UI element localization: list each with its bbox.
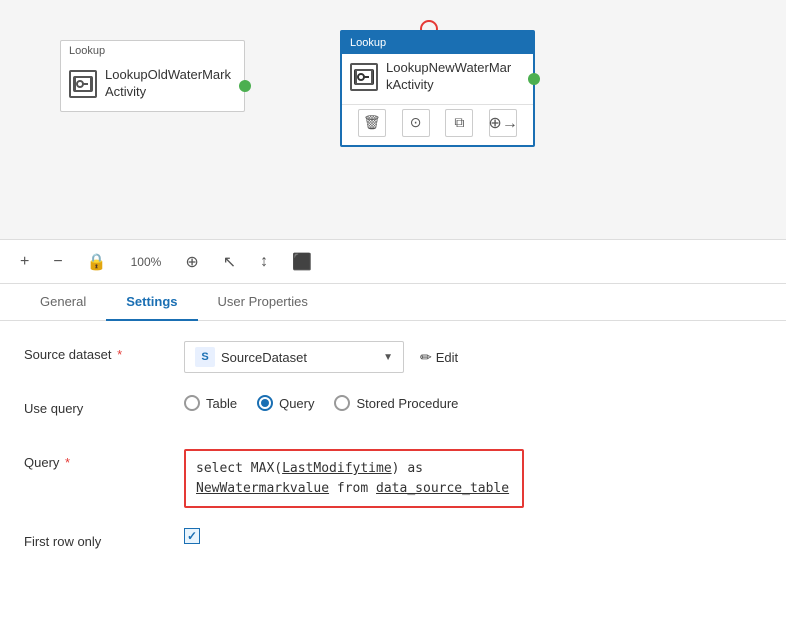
dataset-value: SourceDataset [221,350,377,365]
tab-general[interactable]: General [20,284,106,321]
radio-table-label: Table [206,396,237,411]
source-dataset-label: Source dataset * [24,341,184,362]
tabs-bar: General Settings User Properties [0,284,786,321]
query-line2: NewWatermarkvalue from data_source_table [196,479,512,499]
radio-table[interactable]: Table [184,395,237,411]
tab-settings[interactable]: Settings [106,284,197,321]
node-lookup-new[interactable]: Lookup LookupNewWaterMar kActivity 🗑 ⊙ ⧉… [340,30,535,147]
select-button[interactable]: ↖ [219,248,240,276]
checkmark-icon: ✓ [187,529,197,543]
minimap-button[interactable]: ⬛ [288,248,316,276]
source-dataset-row: Source dataset * S SourceDataset ▼ ✏ Edi… [24,341,762,375]
radio-sp-label: Stored Procedure [356,396,458,411]
radio-query-outer [257,395,273,411]
use-query-row: Use query Table Query St [24,395,762,429]
zoom-in-button[interactable]: + [16,249,33,275]
node-lookup-old[interactable]: Lookup LookupOldWaterMark Activity [60,40,245,112]
edit-label: Edit [436,350,458,365]
layout-button[interactable]: ↕ [256,249,272,275]
radio-query-label: Query [279,396,314,411]
fit-button[interactable]: ⊕ [181,248,202,276]
tab-user-properties[interactable]: User Properties [198,284,328,321]
node1-icon [69,70,97,98]
node2-copy-btn[interactable]: ⧉ [445,109,473,137]
use-query-control: Table Query Stored Procedure [184,395,762,411]
edit-dataset-link[interactable]: ✏ Edit [420,349,458,366]
node2-label: LookupNewWaterMar kActivity [386,60,511,94]
query-line1: select MAX(LastModifytime) as [196,459,512,479]
first-row-only-row: First row only ✓ [24,528,762,562]
first-row-only-label: First row only [24,528,184,549]
dropdown-arrow-icon: ▼ [383,352,393,363]
toolbar: + − 🔒 100% ⊕ ↖ ↕ ⬛ [0,240,786,284]
first-row-only-checkbox[interactable]: ✓ [184,528,200,544]
query-required: * [61,455,70,470]
node2-output-port[interactable] [528,73,540,85]
use-query-label: Use query [24,395,184,416]
query-control: select MAX(LastModifytime) as NewWaterma… [184,449,762,508]
lock-button[interactable]: 🔒 [83,248,111,276]
zoom-100-button[interactable]: 100% [127,251,166,273]
node2-icon [350,63,378,91]
first-row-only-control: ✓ [184,528,762,544]
node2-delete-btn[interactable]: 🗑 [358,109,386,137]
form-area: Source dataset * S SourceDataset ▼ ✏ Edi… [0,321,786,602]
radio-sp-outer [334,395,350,411]
query-label: Query * [24,449,184,470]
node2-run-btn[interactable]: ⊕→ [489,109,517,137]
node2-header: Lookup [342,32,533,54]
zoom-out-button[interactable]: − [49,249,66,275]
radio-group: Table Query Stored Procedure [184,395,458,411]
node1-output-port[interactable] [239,80,251,92]
node2-settings-btn[interactable]: ⊙ [402,109,430,137]
dataset-icon: S [195,347,215,367]
radio-stored-procedure[interactable]: Stored Procedure [334,395,458,411]
radio-query-inner [261,399,269,407]
source-dataset-control: S SourceDataset ▼ ✏ Edit [184,341,762,373]
radio-query[interactable]: Query [257,395,314,411]
query-row: Query * select MAX(LastModifytime) as Ne… [24,449,762,508]
pencil-icon: ✏ [420,349,432,366]
node2-action-bar: 🗑 ⊙ ⧉ ⊕→ [342,104,533,145]
node1-header: Lookup [61,41,244,61]
canvas-area: Lookup LookupOldWaterMark Activity Looku… [0,0,786,240]
node1-label: LookupOldWaterMark Activity [105,67,231,101]
checkbox-box[interactable]: ✓ [184,528,200,544]
query-input-box[interactable]: select MAX(LastModifytime) as NewWaterma… [184,449,524,508]
required-indicator: * [113,347,122,362]
source-dataset-dropdown[interactable]: S SourceDataset ▼ [184,341,404,373]
radio-table-outer [184,395,200,411]
